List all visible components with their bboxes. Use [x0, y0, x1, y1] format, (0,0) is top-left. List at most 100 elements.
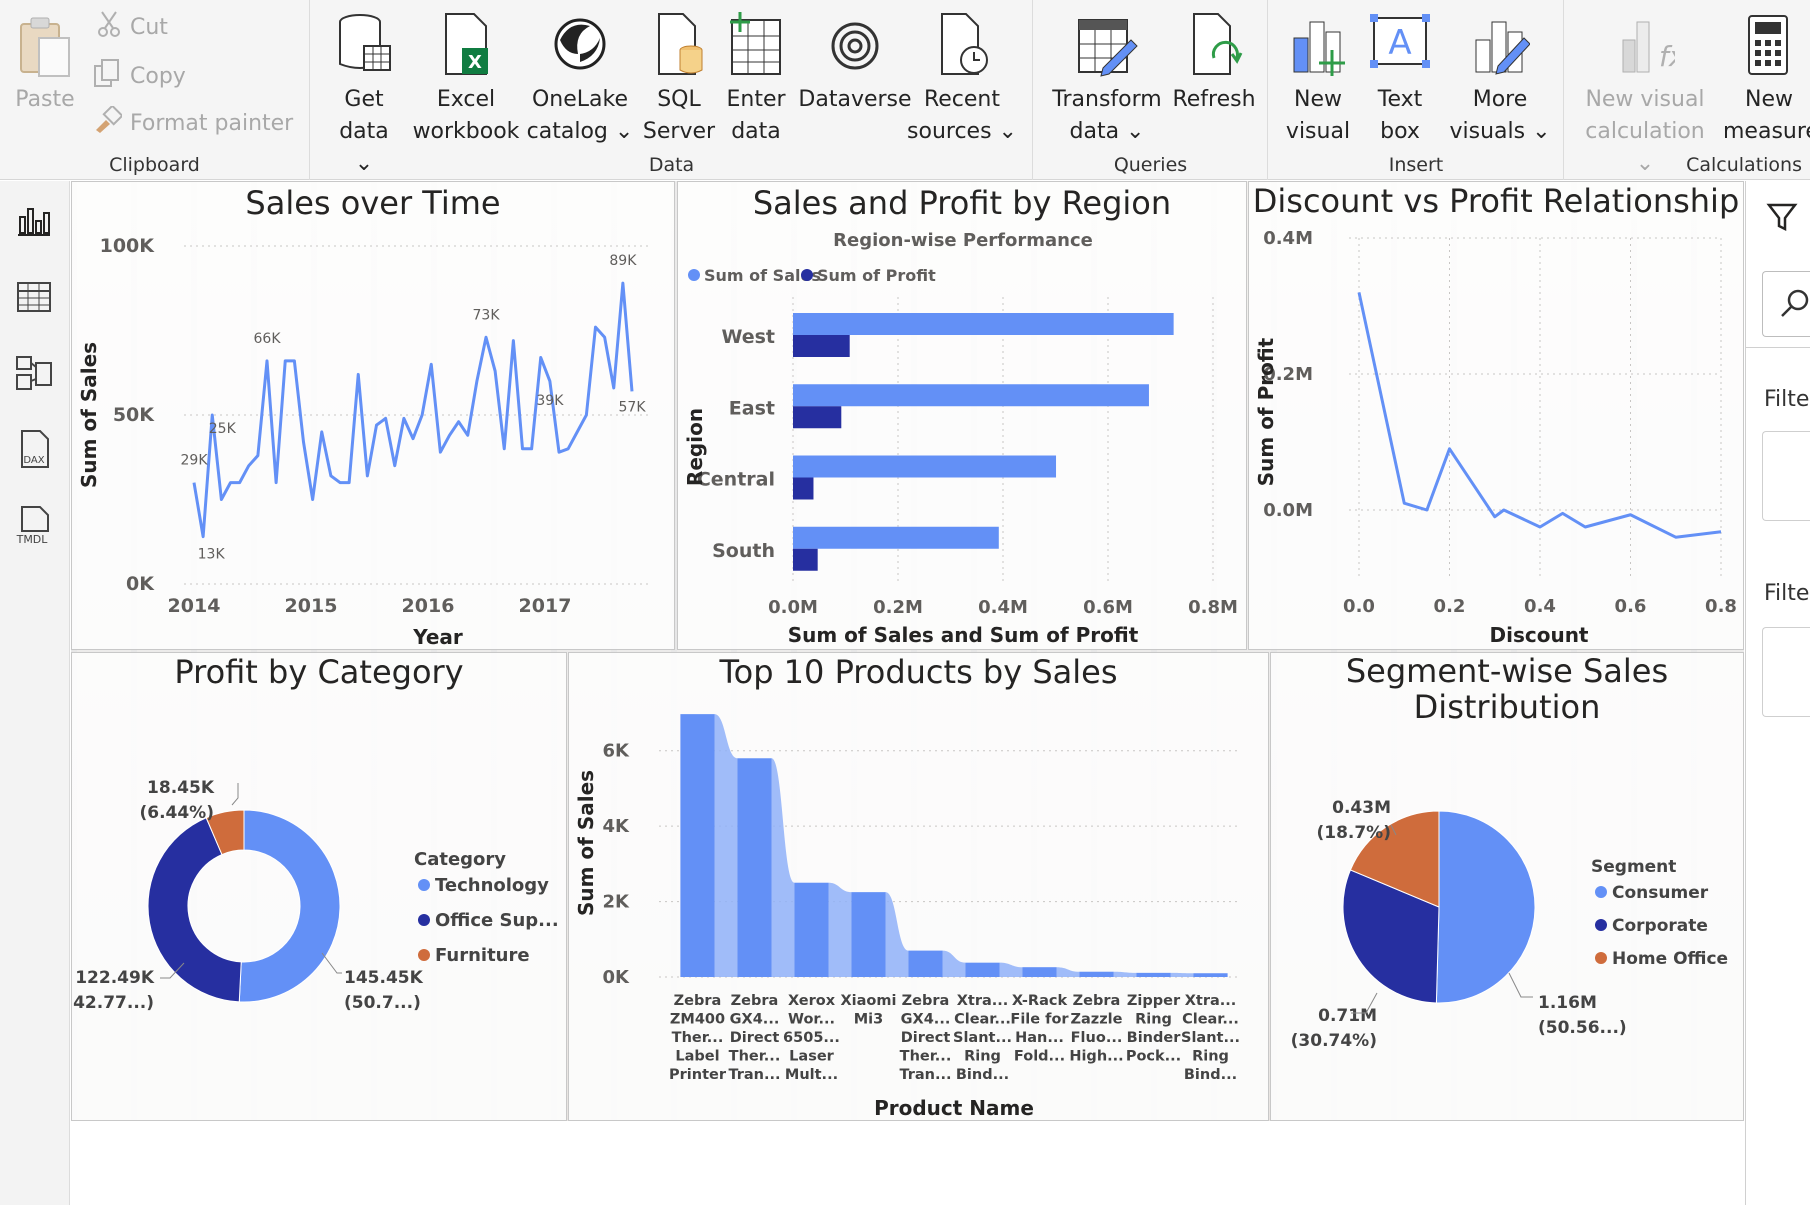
- report-view-icon[interactable]: [14, 201, 54, 241]
- x-tick-label: Zazzle: [1071, 1012, 1123, 1028]
- x-tick-label: Ther...: [900, 1049, 952, 1065]
- x-tick-label: 0.2M: [873, 597, 923, 618]
- refresh-icon: [1164, 10, 1264, 80]
- transform-data-button[interactable]: Transform data ⌄: [1052, 10, 1162, 148]
- paste-icon: [10, 10, 80, 80]
- product-bar: [737, 758, 772, 977]
- top-products-visual[interactable]: Top 10 Products by Sales 0K 2K 4K 6K Zebra ZM…: [568, 652, 1269, 1121]
- enter-label-1: Enter: [726, 87, 786, 112]
- profit-bar: [793, 406, 842, 429]
- sales-bar: [793, 455, 1057, 478]
- refresh-button[interactable]: Refresh: [1164, 10, 1264, 116]
- chevron-down-icon: ⌄: [1119, 119, 1145, 144]
- category-label: South: [712, 540, 775, 562]
- table-view-icon[interactable]: [14, 277, 54, 317]
- ribbon: [1170, 972, 1194, 977]
- sql-server-button[interactable]: SQL Server: [641, 10, 717, 148]
- profit-category-chart: 145.45K (50.7...) 122.49K (42.77...) 18.45K (…: [65, 778, 558, 1013]
- profit-category-visual[interactable]: Profit by Category 145.45K (50.7...) 122.4…: [65, 652, 567, 1121]
- excel-label-1: Excel: [436, 87, 496, 112]
- legend-marker: [418, 879, 430, 891]
- x-tick-label: Xiaomi: [841, 993, 897, 1009]
- data-label: 13K: [198, 547, 226, 563]
- x-tick-label: Pock...: [1126, 1049, 1181, 1065]
- ribbon: [714, 714, 738, 977]
- filter-well[interactable]: [1762, 431, 1810, 521]
- sales-profit-region-visual[interactable]: Sales and Profit by Region Region-wise P…: [677, 181, 1247, 650]
- more-visuals-button[interactable]: More visuals ⌄: [1445, 10, 1555, 148]
- copy-button[interactable]: Copy: [92, 58, 186, 94]
- ribbon: [885, 892, 909, 977]
- svg-text:X: X: [468, 52, 482, 73]
- legend-marker: [1595, 919, 1607, 931]
- y-axis-title: Region: [683, 408, 707, 486]
- legend-label: Home Office: [1612, 949, 1728, 969]
- filter-pane: Filter Filter: [1745, 181, 1810, 1205]
- x-tick-label: 0.4: [1524, 596, 1556, 617]
- x-axis-title: Year: [412, 625, 463, 649]
- model-view-icon[interactable]: [14, 353, 54, 393]
- format-painter-button[interactable]: Format painter: [92, 104, 293, 140]
- text-box-button[interactable]: A Text box: [1365, 10, 1435, 148]
- dataverse-button[interactable]: Dataverse: [795, 10, 915, 116]
- sales-over-time-visual[interactable]: Sales over Time 0K 50K 100K 2014 2015 2016 201…: [71, 181, 675, 650]
- more-visuals-label-1: More: [1472, 87, 1528, 112]
- x-tick-label: Zebra: [731, 993, 779, 1009]
- filter-search-box[interactable]: [1762, 271, 1810, 337]
- segment-sales-visual[interactable]: Segment-wise Sales Distribution 1.16M (50…: [1270, 652, 1744, 1121]
- text-box-label-2: box: [1380, 119, 1420, 144]
- data-label: 25K: [209, 421, 237, 437]
- data-label: 29K: [181, 453, 209, 469]
- discount-profit-visual[interactable]: Discount vs Profit Relationship 0.0M 0.2M…: [1248, 181, 1744, 650]
- y-tick-label: 100K: [100, 235, 156, 257]
- svg-text:A: A: [1388, 23, 1411, 63]
- x-tick-label: Xtra...: [957, 993, 1009, 1009]
- legend-marker: [801, 269, 813, 281]
- product-bar: [1022, 967, 1057, 977]
- dax-query-icon[interactable]: DAX: [14, 429, 54, 469]
- x-tick-label: Zipper: [1127, 993, 1181, 1009]
- x-tick-label: Mult...: [785, 1067, 838, 1083]
- legend-label: Consumer: [1612, 883, 1709, 903]
- chevron-down-icon: ⌄: [1525, 119, 1551, 144]
- tmdl-view-icon[interactable]: TMDL: [14, 505, 54, 546]
- product-bar: [908, 950, 943, 977]
- ribbon: [771, 758, 795, 977]
- legend-marker: [1595, 886, 1607, 898]
- profit-bar: [793, 548, 818, 571]
- leader-line: [1508, 972, 1533, 998]
- enter-label-2: data: [731, 119, 781, 144]
- y-tick-label: 2K: [603, 892, 631, 913]
- paintbrush-icon: [92, 104, 124, 140]
- new-visual-button[interactable]: New visual: [1283, 10, 1353, 148]
- ribbon: Paste Cut Copy Format painter Clipboard …: [0, 0, 1810, 180]
- chevron-down-icon: ⌄: [991, 119, 1017, 144]
- x-tick-label: Han...: [1015, 1030, 1064, 1046]
- visual-title-line-2: Distribution: [1413, 688, 1601, 726]
- x-tick-label: Zebra: [1073, 993, 1121, 1009]
- text-box-icon: A: [1365, 10, 1435, 80]
- data-label: (30.74%): [1291, 1031, 1377, 1051]
- visual-title: Discount vs Profit Relationship: [1252, 182, 1740, 220]
- onelake-catalog-button[interactable]: OneLake catalog ⌄: [525, 10, 635, 148]
- filter-icon[interactable]: [1766, 201, 1798, 237]
- enter-data-button[interactable]: Enter data: [721, 10, 791, 148]
- new-visual-label-2: visual: [1285, 119, 1351, 144]
- dataverse-label: Dataverse: [798, 87, 912, 112]
- cut-button[interactable]: Cut: [96, 10, 168, 44]
- x-tick-label: Ther...: [729, 1049, 781, 1065]
- x-tick-label: Bind...: [956, 1067, 1009, 1083]
- data-label: 39K: [536, 393, 564, 409]
- new-visual-icon: [1283, 10, 1353, 80]
- new-measure-button[interactable]: New measure: [1723, 10, 1810, 148]
- recent-sources-button[interactable]: Recent sources ⌄: [907, 10, 1017, 148]
- filter-well[interactable]: [1762, 627, 1810, 717]
- category-label: East: [729, 397, 775, 419]
- report-page: Sales over Time 0K 50K 100K 2014 2015 2016 201…: [65, 181, 1744, 1121]
- report-canvas: Sales over Time 0K 50K 100K 2014 2015 2016 201…: [65, 181, 1744, 1205]
- paste-button[interactable]: Paste: [10, 10, 80, 116]
- data-label: 57K: [619, 399, 647, 415]
- x-tick-label: Ring: [1192, 1049, 1229, 1065]
- search-icon: [1779, 288, 1810, 324]
- excel-workbook-button[interactable]: X Excel workbook: [411, 10, 521, 148]
